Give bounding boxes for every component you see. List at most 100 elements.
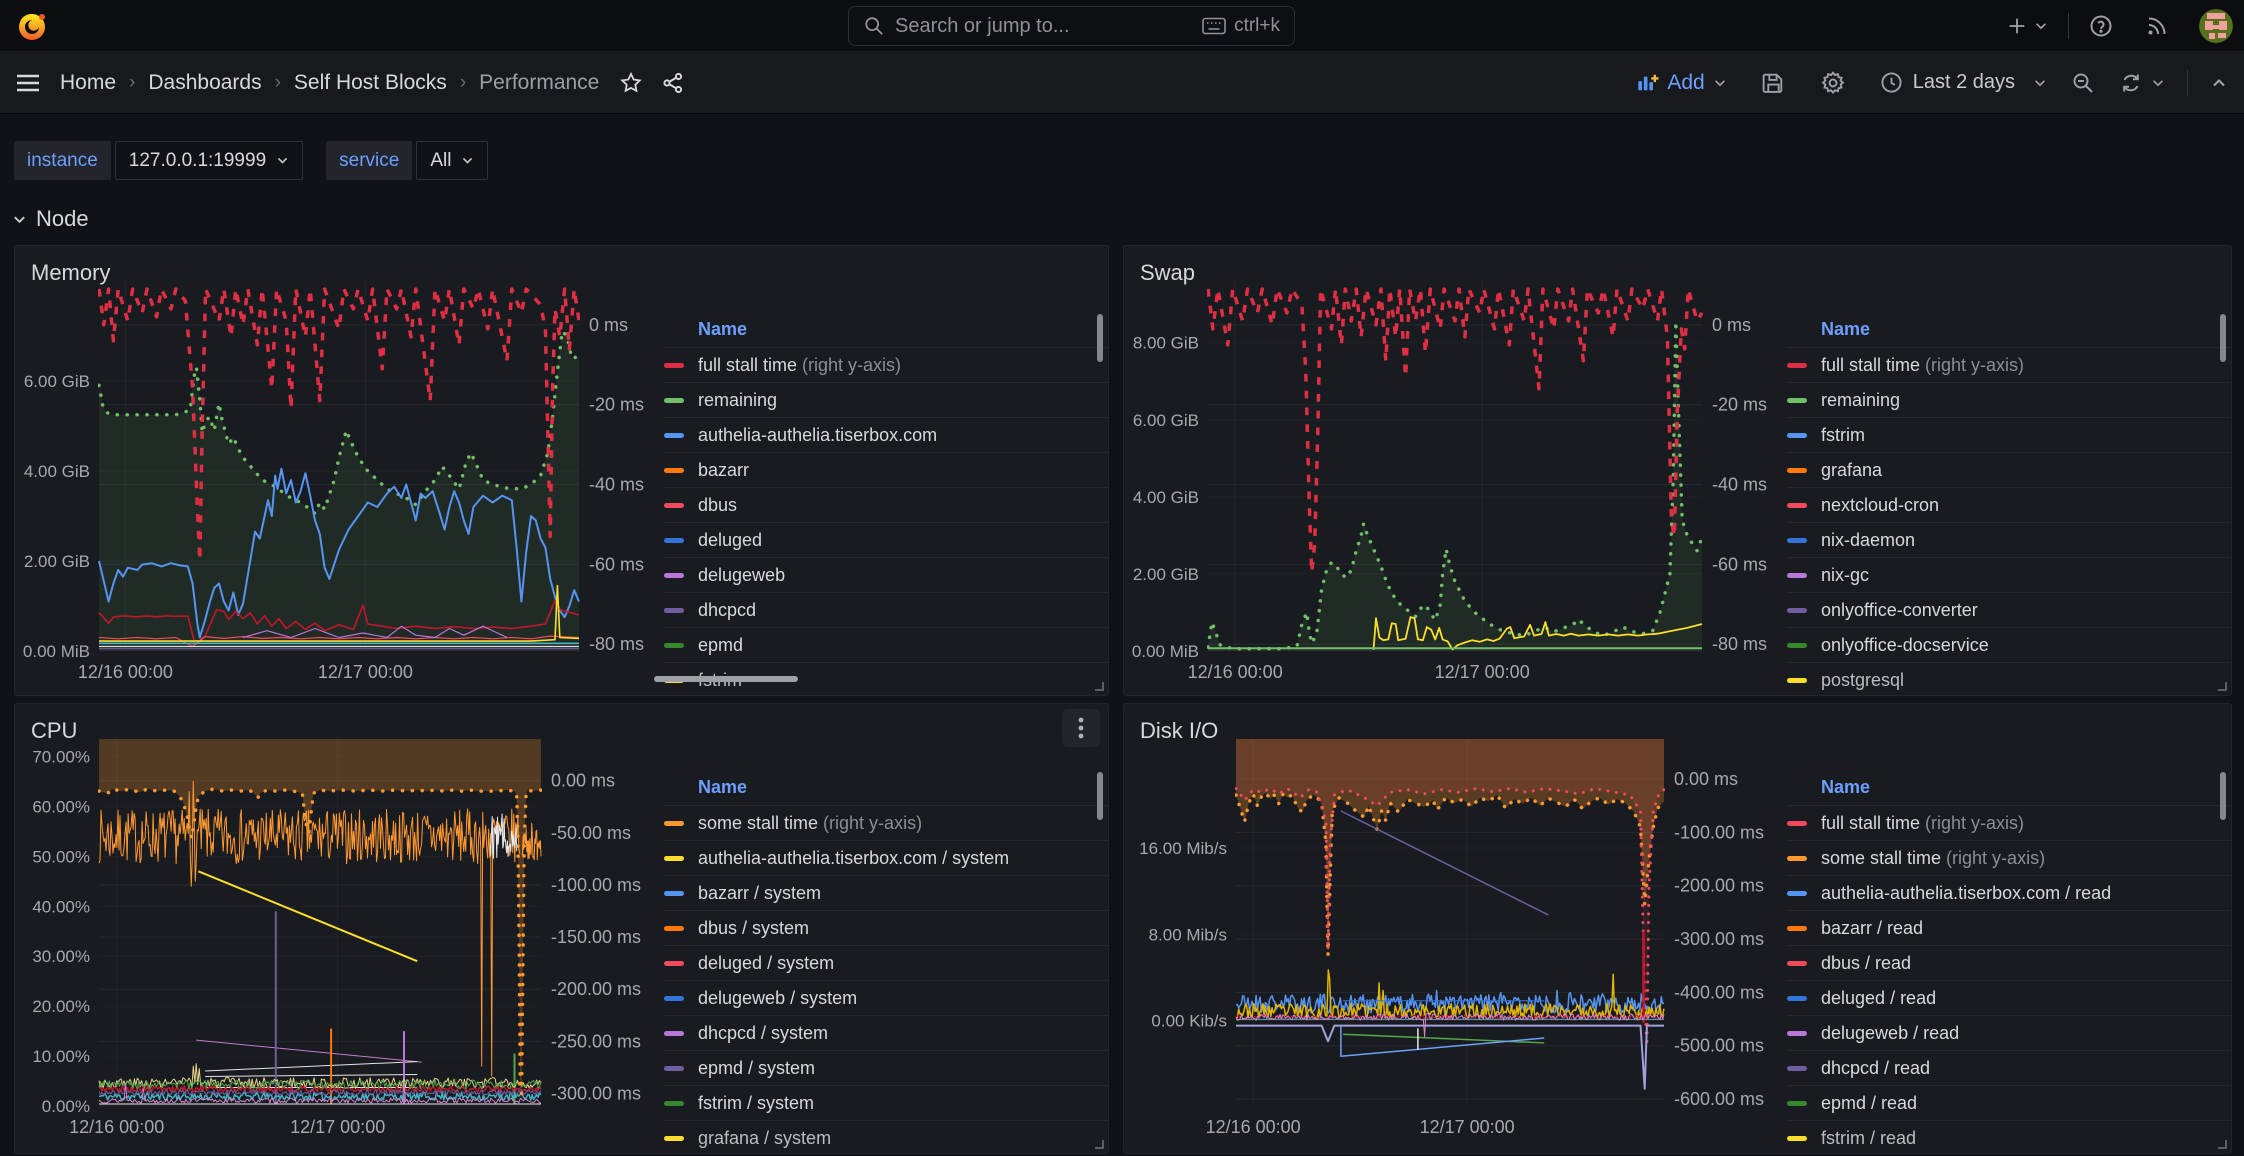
breadcrumb-home[interactable]: Home [60,71,116,95]
add-button[interactable]: Add [1636,71,1726,95]
legend-row[interactable]: deluged / system [664,946,1109,981]
legend-row[interactable]: dhcpcd [664,593,1109,628]
avatar-image [2199,9,2233,43]
variable-value-service[interactable]: All [416,141,488,180]
breadcrumb-dashboards[interactable]: Dashboards [148,71,261,95]
right-axis-tick-label: -20 ms [1712,395,1767,415]
chart-plot-area[interactable]: 0 ms-20 ms-40 ms-60 ms-80 ms6.00 GiB4.00… [15,276,653,695]
chart-plot-area[interactable]: 0.00 ms-100.00 ms-200.00 ms-300.00 ms-40… [1124,734,1776,1153]
legend-row[interactable]: grafana [1787,453,2232,488]
series-axis-hint: (right y-axis) [818,813,922,833]
refresh-button[interactable] [2119,71,2165,95]
favorite-button[interactable] [619,71,643,95]
legend-header-name[interactable]: Name [1787,770,2232,806]
grafana-logo[interactable] [14,8,50,44]
panel-resize-handle[interactable] [1095,682,1104,691]
legend-scrollbar[interactable] [1097,314,1103,362]
save-dashboard-button[interactable] [1761,70,1786,95]
chart-plot-area[interactable]: 0 ms-20 ms-40 ms-60 ms-80 ms8.00 GiB6.00… [1124,276,1776,695]
legend-row[interactable]: epmd [664,628,1109,663]
legend-row[interactable]: authelia-authelia.tiserbox.com / system [664,841,1109,876]
time-range-picker[interactable]: Last 2 days [1880,71,2047,94]
legend-row[interactable]: bazarr / system [664,876,1109,911]
breadcrumb-folder[interactable]: Self Host Blocks [294,71,447,95]
dashboard-settings-button[interactable] [1820,70,1846,96]
row-node-header[interactable]: Node [12,206,2244,232]
legend-row[interactable]: grafana / system [664,1121,1109,1154]
search-placeholder: Search or jump to... [895,15,1192,38]
legend-row[interactable]: dhcpcd / system [664,1016,1109,1051]
series-label: delugeweb / read [1821,1023,1959,1044]
legend-row[interactable]: some stall time (right y-axis) [664,806,1109,841]
legend-row[interactable]: full stall time (right y-axis) [1787,806,2232,841]
legend-header-name[interactable]: Name [664,312,1109,348]
panel-resize-handle[interactable] [2218,682,2227,691]
legend-row[interactable]: epmd / system [664,1051,1109,1086]
legend-row[interactable]: fstrim [1787,418,2232,453]
legend-row[interactable]: nix-gc [1787,558,2232,593]
series-label: epmd / read [1821,1093,1917,1114]
legend-row[interactable]: onlyoffice-docservice [1787,628,2232,663]
series-color-swatch [1787,926,1807,931]
user-avatar[interactable] [2199,9,2233,43]
legend-row[interactable]: remaining [1787,383,2232,418]
legend-row[interactable]: delugeweb / system [664,981,1109,1016]
series-color-swatch [1787,1031,1807,1036]
series-label: dbus [698,495,737,516]
right-axis-tick-label: 0 ms [1712,315,1751,335]
legend-row[interactable]: bazarr [664,453,1109,488]
variable-value-instance[interactable]: 127.0.0.1:19999 [115,141,303,180]
collapse-toolbar-button[interactable] [2210,75,2228,91]
legend-header-name[interactable]: Name [664,770,1109,806]
series-label: remaining [698,390,777,411]
legend-header-name[interactable]: Name [1787,312,2232,348]
legend-row[interactable]: delugeweb [664,558,1109,593]
legend-row[interactable]: fstrim / system [664,1086,1109,1121]
legend-row[interactable]: nix-daemon [1787,523,2232,558]
news-button[interactable] [2145,14,2169,38]
search-input[interactable]: Search or jump to... ctrl+k [848,6,1295,46]
legend-row[interactable]: onlyoffice-converter [1787,593,2232,628]
legend-horizontal-scrollbar[interactable] [654,676,798,682]
series-color-swatch [1787,433,1807,438]
legend-row[interactable]: delugeweb / read [1787,1016,2232,1051]
legend-row[interactable]: deluged / read [1787,981,2232,1016]
legend-row[interactable]: dhcpcd / read [1787,1051,2232,1086]
left-axis-tick-label: 8.00 Mib/s [1149,925,1227,944]
section-title: Node [36,206,89,232]
legend-row[interactable]: deluged [664,523,1109,558]
legend-row[interactable]: nextcloud-cron [1787,488,2232,523]
legend-scrollbar[interactable] [1097,772,1103,820]
legend-row[interactable]: remaining [664,383,1109,418]
chevron-down-icon [2033,76,2047,90]
legend-row[interactable]: authelia-authelia.tiserbox.com / read [1787,876,2232,911]
legend-row[interactable]: bazarr / read [1787,911,2232,946]
help-button[interactable] [2089,14,2113,38]
legend-row[interactable]: authelia-authelia.tiserbox.com [664,418,1109,453]
legend-row[interactable]: fstrim / read [1787,1121,2232,1154]
legend-row[interactable]: dbus / read [1787,946,2232,981]
legend-row[interactable]: some stall time (right y-axis) [1787,841,2232,876]
legend-row[interactable]: full stall time (right y-axis) [664,348,1109,383]
x-axis-tick-label: 12/16 00:00 [1206,1117,1301,1137]
chart-series [1341,1026,1544,1056]
legend-row[interactable]: dbus / system [664,911,1109,946]
legend-row[interactable]: epmd / read [1787,1086,2232,1121]
dashboard-panels: Memory0 ms-20 ms-40 ms-60 ms-80 ms6.00 G… [14,245,2244,1154]
zoom-out-button[interactable] [2071,71,2095,95]
legend-scrollbar[interactable] [2220,314,2226,362]
series-color-swatch [664,643,684,648]
panel-resize-handle[interactable] [1095,1140,1104,1149]
panel-resize-handle[interactable] [2218,1140,2227,1149]
right-axis-tick-label: -50.00 ms [551,823,631,843]
legend-row[interactable]: dbus [664,488,1109,523]
chevron-down-icon [2034,19,2048,33]
share-button[interactable] [661,71,685,95]
chart-series [205,1062,417,1071]
legend-scrollbar[interactable] [2220,772,2226,820]
legend-row[interactable]: full stall time (right y-axis) [1787,348,2232,383]
mega-menu-button[interactable] [16,73,40,93]
new-item-button[interactable] [2006,15,2048,37]
chart-plot-area[interactable]: 0.00 ms-50.00 ms-100.00 ms-150.00 ms-200… [15,734,653,1153]
legend-row[interactable]: postgresql [1787,663,2232,696]
